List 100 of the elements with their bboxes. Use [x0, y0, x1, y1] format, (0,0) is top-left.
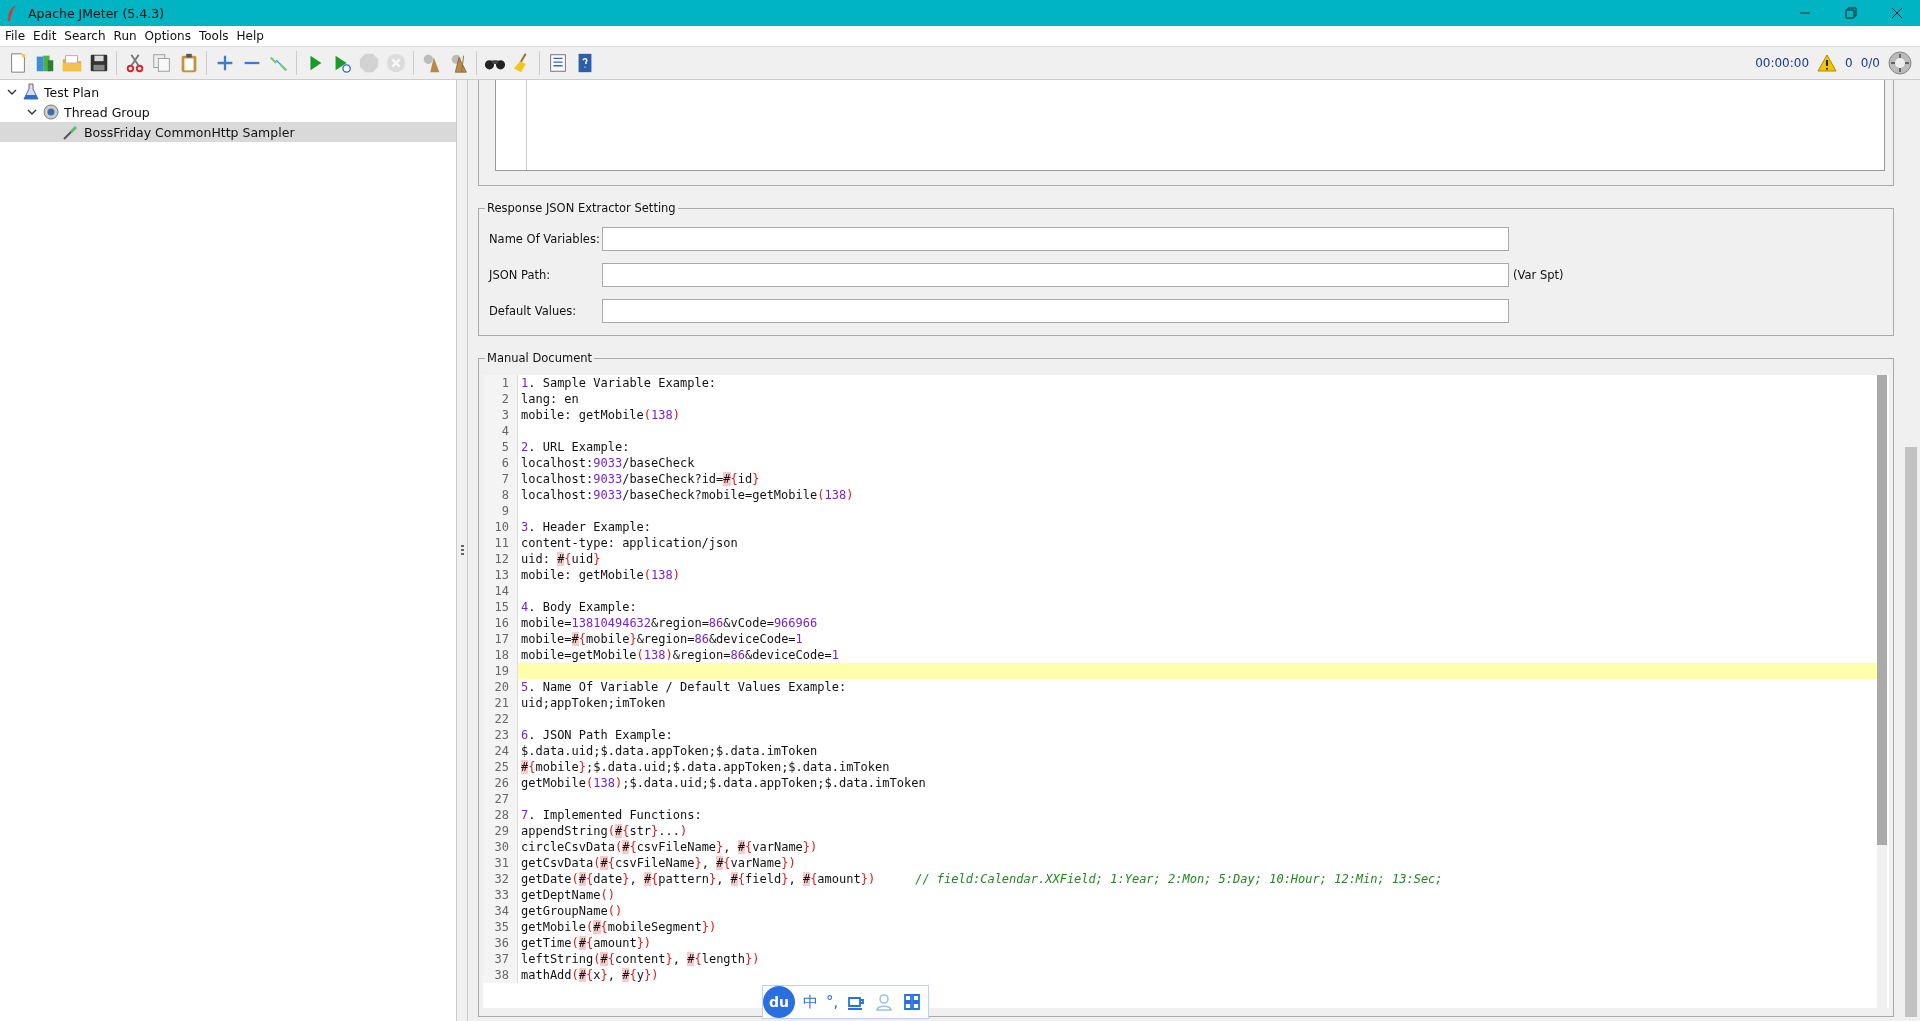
code-line: getDate(#{date}, #{pattern}, #{field}, #{amount}): [521, 872, 876, 886]
warning-icon[interactable]: [1817, 54, 1838, 72]
ime-mode[interactable]: 中: [803, 992, 818, 1012]
thread-count: 0/0: [1860, 56, 1880, 70]
line-number: 31: [483, 855, 517, 871]
line-number: 6: [483, 455, 517, 471]
menu-item[interactable]: File: [2, 29, 29, 43]
line-number: 3: [483, 407, 517, 423]
code-line: circleCsvData(#{csvFileName}, #{varName}): [521, 840, 818, 854]
field-label: Default Values:: [489, 304, 578, 318]
line-number: 29: [483, 823, 517, 839]
line-number: 10: [483, 519, 517, 535]
scrollbar-thumb[interactable]: [1877, 375, 1887, 845]
code-line: mobile=13810494632&region=86&vCode=966966: [521, 616, 818, 630]
code-line: localhost:9033/baseCheck?mobile=getMobile(138): [521, 488, 854, 502]
code-line: 7. Implemented Functions:: [521, 808, 702, 822]
line-number: 12: [483, 551, 517, 567]
code-line: localhost:9033/baseCheck?id=#{id}: [521, 472, 760, 486]
input-field[interactable]: [602, 263, 1509, 287]
ime-logo[interactable]: du: [763, 986, 795, 1018]
line-number: 24: [483, 743, 517, 759]
line-number: 36: [483, 935, 517, 951]
code-line: lang: en: [521, 392, 579, 406]
person-icon[interactable]: [874, 992, 895, 1012]
line-number: 32: [483, 871, 517, 887]
remote-status-icon: [1888, 51, 1912, 75]
line-number: 26: [483, 775, 517, 791]
line-number: 38: [483, 967, 517, 983]
line-number: 7: [483, 471, 517, 487]
code-line: 6. JSON Path Example:: [521, 728, 673, 742]
scrollbar-thumb[interactable]: [1905, 447, 1917, 1017]
code-comment: // field:Calendar.XXField; 1:Year; 2:Mon; 5:Day; 10:Hour; 12:Min; 13:Sec;: [915, 872, 1443, 886]
flask-icon: [22, 83, 40, 101]
code-line: mathAdd(#{x}, #{y}): [521, 968, 659, 982]
line-number: 16: [483, 615, 517, 631]
code-line: getCsvData(#{csvFileName}, #{varName}): [521, 856, 796, 870]
line-number: 37: [483, 951, 517, 967]
line-number: 21: [483, 695, 517, 711]
panel-title: Manual Document: [485, 351, 595, 365]
line-number: 4: [483, 423, 517, 439]
window-title: Apache JMeter (5.4.3): [28, 5, 165, 21]
line-number: 8: [483, 487, 517, 503]
menu-item[interactable]: Run: [110, 29, 140, 43]
code-line: $.data.uid;$.data.appToken;$.data.imToken: [521, 744, 818, 758]
splitter-handle[interactable]: [460, 544, 464, 557]
code-line: mobile: getMobile(138): [521, 408, 680, 422]
panel-title: Response JSON Extractor Setting: [485, 201, 678, 215]
line-number: 28: [483, 807, 517, 823]
line-number: 19: [483, 663, 517, 679]
line-number: 20: [483, 679, 517, 695]
code-line: localhost:9033/baseCheck: [521, 456, 695, 470]
code-line: 5. Name Of Variable / Default Values Example:: [521, 680, 847, 694]
code-line: mobile=#{mobile}&region=86&deviceCode=1: [521, 632, 803, 646]
menu-item[interactable]: Tools: [195, 29, 232, 43]
code-line: getDeptName(): [521, 888, 615, 902]
line-number: 13: [483, 567, 517, 583]
line-number: 14: [483, 583, 517, 599]
feather-icon: [6, 4, 18, 22]
gear-icon: [42, 103, 60, 121]
line-number: 23: [483, 727, 517, 743]
menu-item[interactable]: Help: [233, 29, 267, 43]
code-line: getGroupName(): [521, 904, 623, 918]
menu-item[interactable]: Search: [61, 29, 109, 43]
code-line: getMobile(138);$.data.uid;$.data.appToken;$.data.imToken: [521, 776, 926, 790]
tree-item[interactable]: Test Plan: [0, 82, 456, 102]
code-line: leftString(#{content}, #{length}): [521, 952, 760, 966]
line-number: 35: [483, 919, 517, 935]
field-label: JSON Path:: [489, 268, 552, 282]
line-number: 11: [483, 535, 517, 551]
grid-icon[interactable]: [902, 992, 923, 1012]
code-line: 2. URL Example:: [521, 440, 630, 454]
code-line: mobile: getMobile(138): [521, 568, 680, 582]
input-field[interactable]: [602, 227, 1509, 251]
tree-item[interactable]: Thread Group: [0, 102, 456, 122]
menu-item[interactable]: Options: [141, 29, 194, 43]
line-number: 18: [483, 647, 517, 663]
line-number: 9: [483, 503, 517, 519]
code-line: uid: #{uid}: [521, 552, 601, 566]
line-number: 22: [483, 711, 517, 727]
line-number: 27: [483, 791, 517, 807]
code-line: 1. Sample Variable Example:: [521, 376, 717, 390]
tree-item[interactable]: BossFriday CommonHttp Sampler: [0, 122, 456, 142]
input-field[interactable]: [602, 299, 1509, 323]
line-number: 15: [483, 599, 517, 615]
line-number: 34: [483, 903, 517, 919]
elapsed-time: 00:00:00: [1755, 56, 1810, 70]
menu-item[interactable]: Edit: [30, 29, 60, 43]
code-line: 3. Header Example:: [521, 520, 652, 534]
code-line: getMobile(#{mobileSegment}): [521, 920, 717, 934]
field-hint: (Var Spt): [1513, 268, 1564, 282]
line-number: 25: [483, 759, 517, 775]
pipette-icon: [62, 123, 80, 141]
line-number: 1: [483, 375, 517, 391]
code-line: getTime(#{amount}): [521, 936, 652, 950]
line-number: 2: [483, 391, 517, 407]
line-number: 33: [483, 887, 517, 903]
line-number: 17: [483, 631, 517, 647]
field-label: Name Of Variables:: [489, 232, 601, 246]
code-line: mobile=getMobile(138)&region=86&deviceCode=1: [521, 648, 839, 662]
ime-punctuation[interactable]: °,: [826, 993, 839, 1011]
